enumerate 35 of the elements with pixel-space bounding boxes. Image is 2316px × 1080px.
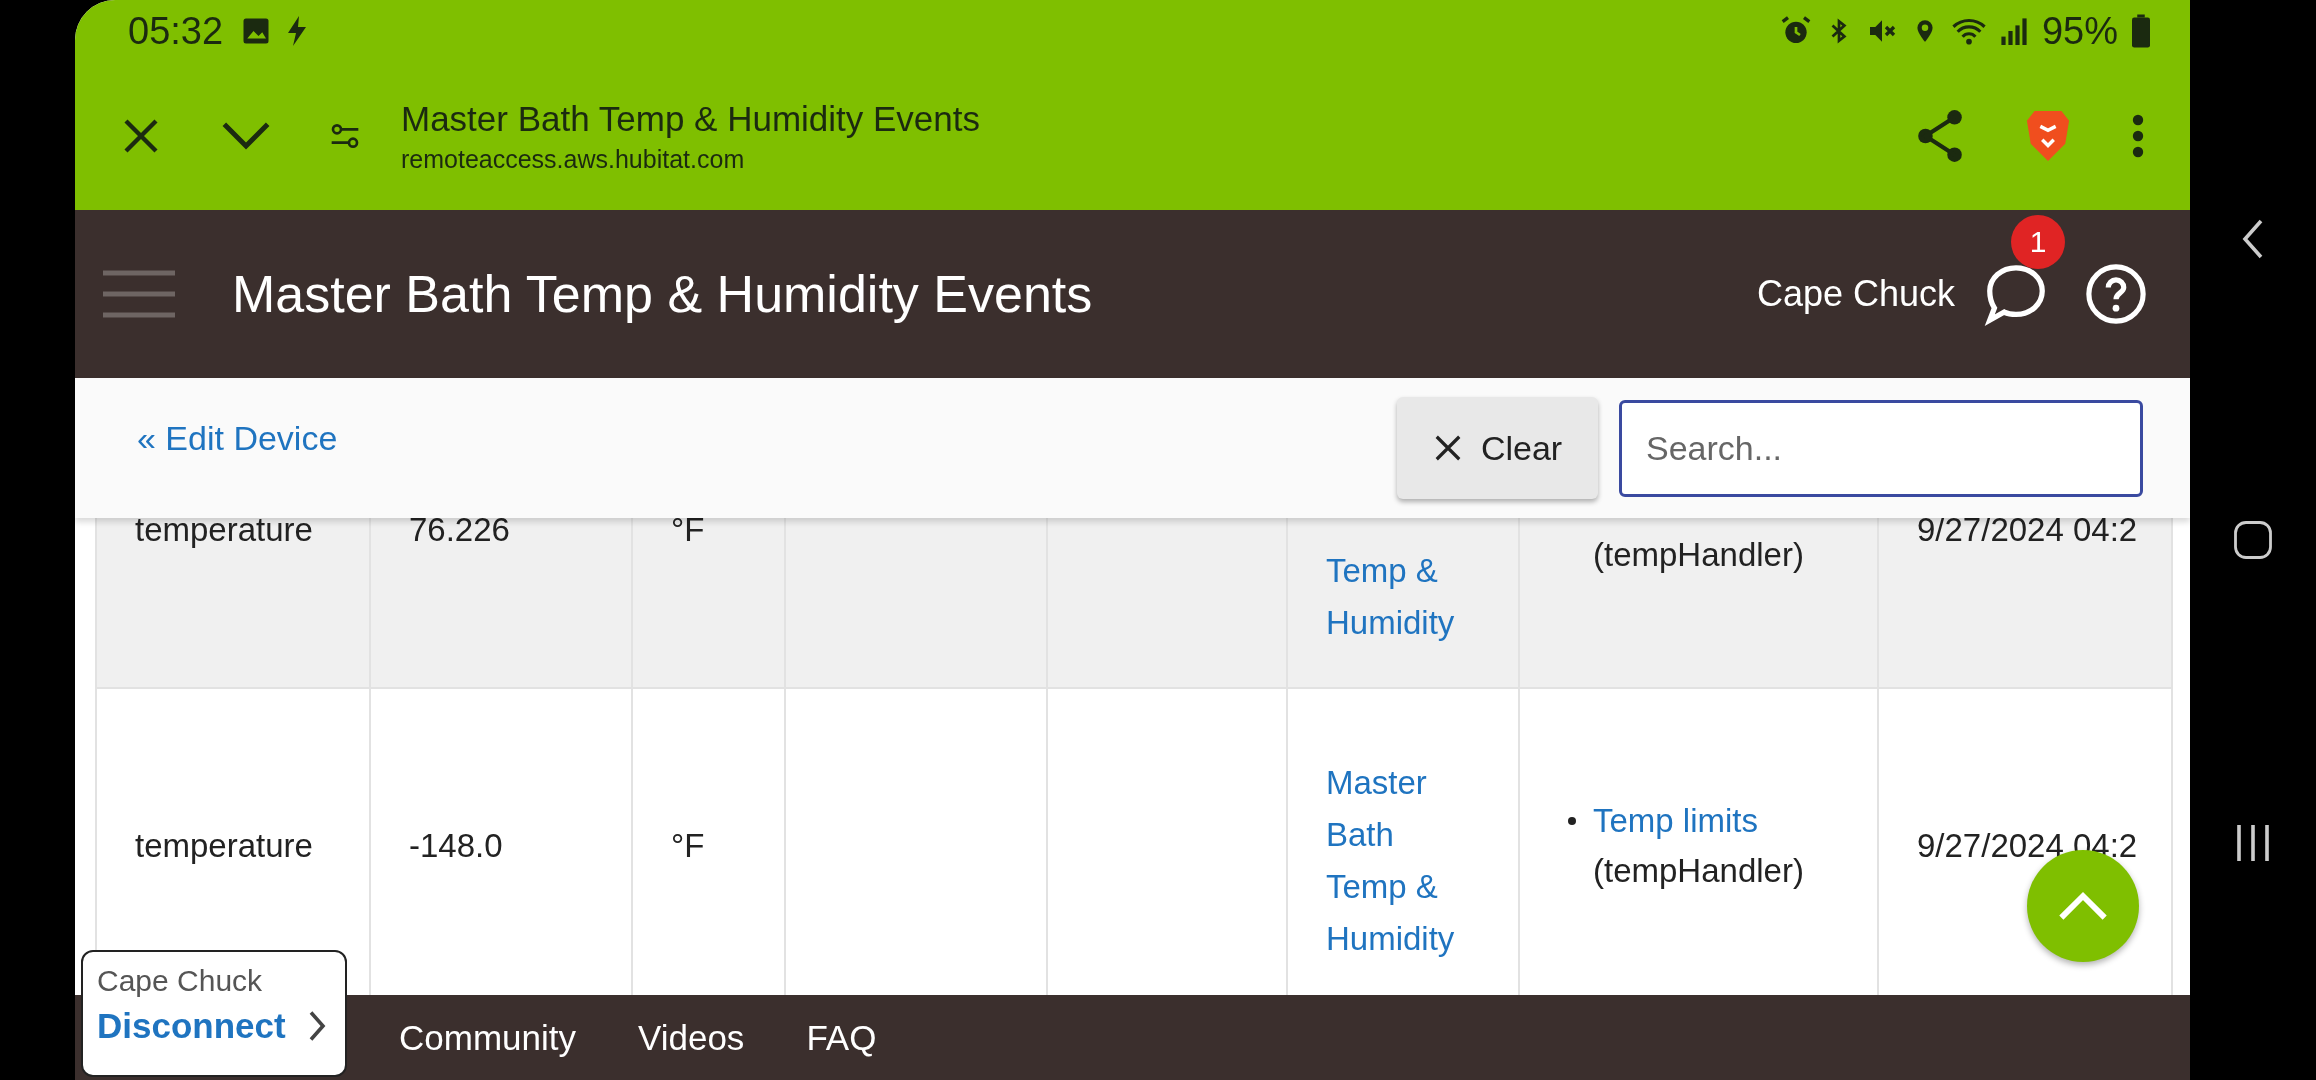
footer-nav-link[interactable]: FAQ bbox=[806, 1017, 877, 1058]
signal-icon bbox=[1999, 16, 2028, 46]
unit-cell: °F bbox=[632, 518, 785, 688]
clock-time: 05:32 bbox=[128, 9, 224, 53]
disconnect-link[interactable]: Disconnect bbox=[97, 1006, 345, 1046]
trigger-link[interactable]: Temp limits bbox=[1593, 796, 1759, 846]
list-bullet bbox=[1568, 817, 1576, 825]
shield-icon[interactable] bbox=[2025, 109, 2071, 163]
user-name[interactable]: Cape Chuck bbox=[1756, 273, 1955, 315]
search-field[interactable]: Search... bbox=[1619, 399, 2143, 497]
chevron-down-icon[interactable] bbox=[221, 121, 271, 151]
chevron-right-icon bbox=[307, 1009, 326, 1043]
clear-button[interactable]: Clear bbox=[1397, 397, 1598, 499]
home-icon[interactable] bbox=[2232, 519, 2274, 561]
hub-name: Cape Chuck bbox=[97, 964, 264, 998]
value-cell: 76.226 bbox=[370, 518, 632, 688]
wifi-icon bbox=[1951, 16, 1986, 46]
handler-text: (tempHandler) bbox=[1593, 535, 1805, 575]
help-icon[interactable] bbox=[2085, 263, 2147, 325]
page-title: Master Bath Temp & Humidity Events bbox=[401, 98, 981, 139]
image-icon bbox=[241, 16, 272, 46]
event-name-cell: temperature bbox=[96, 518, 370, 688]
footer-nav-link[interactable]: Videos bbox=[638, 1017, 745, 1058]
notification-badge: 1 bbox=[2011, 215, 2065, 269]
battery-icon bbox=[2132, 14, 2150, 48]
more-options-icon[interactable] bbox=[2131, 114, 2145, 158]
handler-text: (tempHandler) bbox=[1593, 851, 1805, 891]
footer-nav-link[interactable]: Community bbox=[399, 1017, 576, 1058]
edit-device-link[interactable]: « Edit Device bbox=[137, 418, 338, 458]
page-url[interactable]: remoteaccess.aws.hubitat.com bbox=[401, 144, 981, 174]
chevron-up-icon bbox=[2058, 891, 2108, 921]
battery-percent: 95% bbox=[2041, 9, 2118, 53]
header-title: Master Bath Temp & Humidity Events bbox=[232, 264, 1093, 324]
back-icon[interactable] bbox=[2241, 217, 2265, 261]
share-icon[interactable] bbox=[1915, 109, 1965, 163]
